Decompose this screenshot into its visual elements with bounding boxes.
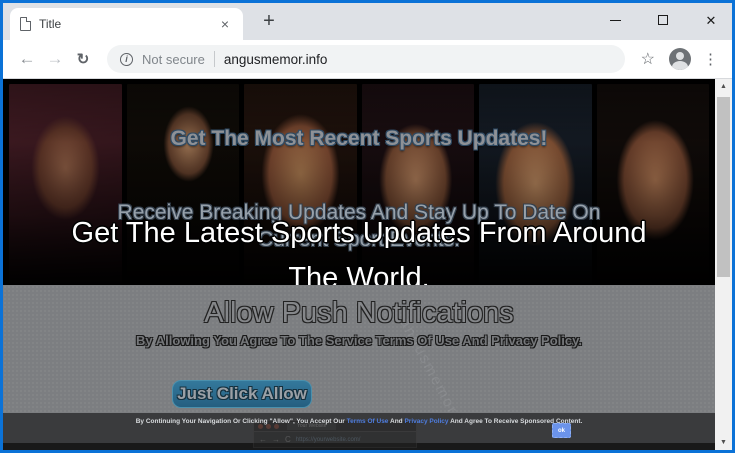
browser-tab[interactable]: Title × [10, 8, 243, 40]
tab-strip: Title × + ✕ [3, 3, 732, 40]
not-secure-label: Not secure [142, 51, 205, 67]
headline-top: Get The Most Recent Sports Updates! [170, 127, 548, 150]
tab-close-icon[interactable]: × [217, 16, 233, 32]
browser-window: Title × + ✕ ← → ↻ i Not secure angusmemo… [0, 0, 735, 453]
just-click-allow-button[interactable]: Just Click Allow [172, 380, 312, 408]
close-icon: ✕ [705, 12, 717, 28]
terms-of-use-link[interactable]: Terms Of Use [347, 418, 389, 425]
tab-title: Title [39, 17, 62, 31]
minimize-icon [609, 19, 621, 21]
window-controls: ✕ [582, 9, 726, 31]
scroll-down-arrow-icon[interactable]: ▼ [720, 435, 727, 450]
mockup-forward-icon: → [272, 435, 280, 444]
maximize-icon [658, 15, 668, 25]
page-viewport: Get The Most Recent Sports Updates! Rece… [3, 79, 715, 450]
url-text[interactable]: angusmemor.info [224, 52, 328, 67]
fineprint-part1: By Continuing Your Navigation Or Clickin… [135, 418, 347, 425]
mockup-url: https://yourwebsite.com/ [295, 436, 361, 443]
omnibox-divider [213, 51, 215, 67]
scroll-up-arrow-icon[interactable]: ▲ [720, 79, 727, 94]
menu-dots-icon[interactable]: ⋮ [703, 50, 718, 68]
maximize-button[interactable] [648, 9, 678, 31]
scrollbar-thumb[interactable] [717, 97, 730, 277]
page-favicon-icon [20, 17, 31, 31]
allow-push-heading: Allow Push Notifications [204, 297, 514, 329]
fineprint-part2: And [388, 418, 405, 425]
page-scrollbar[interactable]: ▲ ▼ [715, 79, 732, 450]
allow-push-subheading: By Allowing You Agree To The Service Ter… [136, 333, 582, 348]
address-bar[interactable]: i Not secure angusmemor.info [107, 45, 625, 73]
info-icon[interactable]: i [120, 52, 133, 66]
privacy-policy-link[interactable]: Privacy Policy [404, 418, 448, 425]
just-click-allow-label: Just Click Allow [177, 384, 307, 403]
profile-avatar-icon[interactable] [669, 48, 691, 70]
new-tab-button[interactable]: + [255, 7, 283, 35]
forward-button[interactable]: → [41, 45, 69, 73]
page-content: Get The Most Recent Sports Updates! Rece… [3, 79, 732, 450]
mockup-refresh-icon: C [285, 435, 291, 444]
mockup-back-icon: ← [259, 435, 267, 444]
browser-toolbar: ← → ↻ i Not secure angusmemor.info ☆ ⋮ [3, 40, 732, 79]
minimize-button[interactable] [600, 9, 630, 31]
ok-button[interactable]: ok [552, 423, 571, 438]
bookmark-star-icon[interactable]: ☆ [641, 49, 655, 69]
close-window-button[interactable]: ✕ [696, 9, 726, 31]
back-button[interactable]: ← [13, 45, 41, 73]
headline-primary-line1: Get The Latest Sports Updates From Aroun… [71, 217, 647, 249]
fineprint-text: By Continuing Your Navigation Or Clickin… [3, 418, 715, 425]
mockup-nav-row: ← → C https://yourwebsite.com/ [253, 432, 417, 448]
refresh-button[interactable]: ↻ [69, 45, 97, 73]
